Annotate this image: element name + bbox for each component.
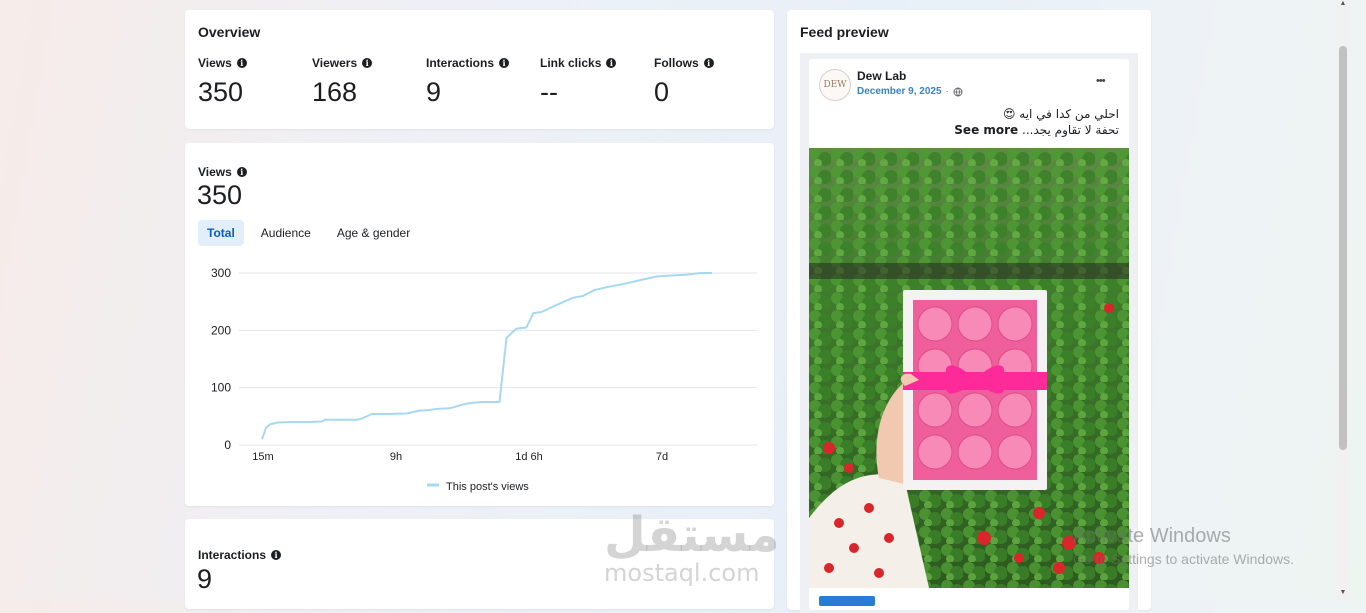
post-image [809,148,1129,588]
x-tick-label: 15m [252,451,273,463]
feed-preview-card: Feed preview DEW Dew Lab December 9, 202… [787,10,1151,613]
info-icon[interactable]: i [499,58,510,68]
x-tick-label: 9h [390,451,402,463]
watermark-latin: mostaql.com [604,559,760,587]
post-caption-line2: تحفة لا تقاوم يجد... See more [954,123,1119,137]
activate-windows-title: Activate Windows [1073,525,1231,547]
metric-label: Viewers [312,56,358,70]
info-icon[interactable]: i [606,58,617,68]
y-tick-label: 100 [211,381,231,395]
feed-preview-title: Feed preview [800,24,889,40]
scroll-up-arrow[interactable]: ▲ [1338,0,1348,7]
metric-viewers: Viewers i 168 [312,56,424,108]
post-caption-line1: احلي من كدا في ايه 😍 [1002,107,1119,121]
y-tick-label: 300 [211,266,231,280]
metric-views: Views i 350 [198,56,310,108]
metric-label: Link clicks [540,56,602,70]
info-icon[interactable]: i [362,58,373,68]
info-icon[interactable]: i [703,58,714,68]
y-tick-label: 200 [211,323,231,337]
x-tick-label: 7d [656,451,668,463]
gift-box [903,290,1047,490]
see-more-link[interactable]: See more [954,123,1018,137]
info-icon[interactable]: i [236,58,247,68]
metric-label: Follows [654,56,699,70]
avatar[interactable]: DEW [819,69,851,101]
post-date[interactable]: December 9, 2025 [857,86,942,97]
caption-text: تحفة لا تقاوم يجد... [1018,123,1119,137]
scroll-down-arrow[interactable]: ▼ [1338,589,1348,596]
page-scrollbar-thumb[interactable] [1339,46,1347,450]
post-meta: December 9, 2025 · [857,86,963,97]
metric-value: 0 [654,77,670,107]
more-options-icon[interactable]: ••• [1096,75,1106,87]
avatar-logo-text: DEW [823,80,847,90]
interactions-label: Interactions [198,548,267,562]
separator-dot: · [945,86,949,97]
metric-value: 350 [198,77,244,107]
views-card: Views i 350 Total Audience Age & gender 0… [185,143,774,506]
metric-follows: Follows i 0 [654,56,766,108]
metric-label: Views [198,56,232,70]
post-action-button[interactable] [819,596,875,606]
legend-label: This post's views [446,481,529,493]
info-icon[interactable]: i [271,550,282,560]
metric-value: -- [540,77,558,107]
page-name[interactable]: Dew Lab [857,69,906,83]
metric-link-clicks: Link clicks i -- [540,56,652,108]
x-tick-label: 1d 6h [515,451,543,463]
metric-value: 9 [426,77,442,107]
overview-title: Overview [198,24,261,40]
overview-card: Overview Views i 350 Viewers i 168 Interac… [185,10,774,129]
soil-row [809,263,1129,279]
watermark-arabic: مستقل [604,507,780,563]
metric-label: Interactions [426,56,495,70]
globe-icon [953,87,963,96]
metric-value: 168 [312,77,358,107]
series-line [261,272,712,440]
y-tick-label: 0 [224,438,231,452]
activate-windows-subtitle: Go to Settings to activate Windows. [1073,551,1294,567]
views-line-chart: 0 100 200 300 15m 9h 1d 6h 7d This post's views [211,266,757,493]
interactions-label-row: Interactions i [198,548,282,562]
metric-interactions: Interactions i 9 [426,56,538,108]
interactions-value: 9 [197,564,213,594]
